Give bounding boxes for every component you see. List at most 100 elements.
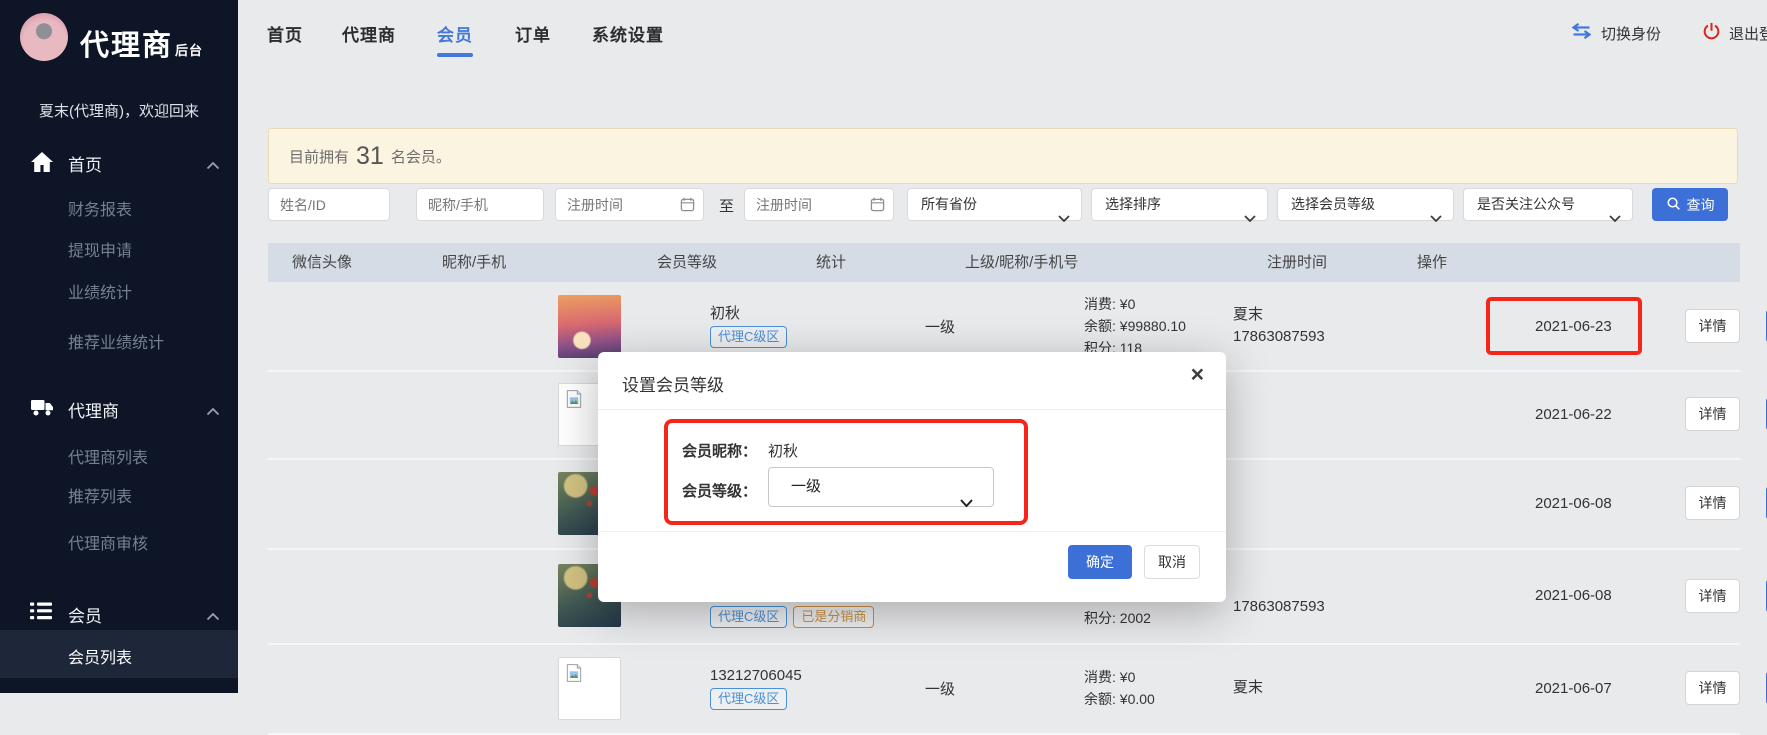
nick-phone-input[interactable] (417, 189, 543, 220)
tab-首页[interactable]: 首页 (267, 21, 303, 46)
register-date-cell: 2021-06-08 (1535, 458, 1612, 548)
stat-line: 消费: ¥0 (1084, 666, 1155, 688)
operations-cell: 详情调整会员等级 (1685, 643, 1767, 733)
tag-已是分销商: 已是分销商 (793, 606, 874, 628)
level-filter-value: 选择会员等级 (1291, 196, 1375, 212)
sidebar-item-推荐业绩统计[interactable]: 推荐业绩统计 (68, 329, 164, 349)
chevron-down-icon (1430, 202, 1442, 233)
province-value: 所有省份 (921, 196, 977, 212)
name-id-input[interactable] (269, 189, 389, 220)
operations-cell: 详情调整会员等级 (1685, 370, 1767, 458)
tag-代理C级区: 代理C级区 (710, 606, 787, 628)
reg-start-input[interactable] (556, 189, 703, 220)
register-date-cell: 2021-06-07 (1535, 643, 1612, 733)
sidebar-item-业绩统计[interactable]: 业绩统计 (68, 279, 132, 299)
avatar-cell (558, 643, 621, 733)
tab-会员[interactable]: 会员 (437, 21, 473, 46)
member-nick-label: 会员昵称： (682, 440, 757, 461)
sidebar-group-代理商[interactable]: 代理商 (0, 396, 238, 420)
member-level-label: 会员等级： (682, 480, 757, 501)
parent-line: 17863087593 (1233, 326, 1325, 348)
switch-identity-label: 切换身份 (1601, 23, 1661, 44)
province-select[interactable]: 所有省份 (907, 188, 1082, 221)
name-id-field (268, 188, 390, 221)
sidebar-item-代理商审核[interactable]: 代理商审核 (68, 530, 148, 550)
sidebar-item-财务报表[interactable]: 财务报表 (68, 196, 132, 216)
search-button[interactable]: 查询 (1652, 188, 1728, 221)
chevron-up-icon (206, 608, 220, 626)
column-header-昵称/手机: 昵称/手机 (442, 243, 506, 282)
sidebar-item-会员列表[interactable]: 会员列表 (68, 644, 132, 664)
logo-main: 代理商 (80, 30, 173, 62)
sort-value: 选择排序 (1105, 196, 1161, 212)
column-header-统计: 统计 (816, 243, 846, 282)
swap-arrows-icon (1570, 23, 1593, 43)
sidebar-item-提现申请[interactable]: 提现申请 (68, 237, 132, 257)
register-date-cell: 2021-06-22 (1535, 370, 1612, 458)
broken-image-icon (564, 670, 584, 687)
tab-代理商[interactable]: 代理商 (342, 21, 396, 46)
column-header-会员等级: 会员等级 (657, 243, 717, 282)
register-date: 2021-06-22 (1535, 406, 1612, 423)
member-tags: 代理C级区 (710, 324, 793, 348)
parent-cell: 夏末 (1233, 643, 1263, 733)
modal-header-divider (598, 409, 1226, 410)
member-nick-value: 初秋 (768, 440, 798, 461)
register-date: 2021-06-23 (1535, 318, 1612, 335)
chevron-down-icon (1058, 202, 1070, 233)
member-level-select[interactable]: 一级 (768, 467, 994, 507)
modal-footer-divider (598, 531, 1226, 532)
logout-label: 退出登录 (1729, 23, 1767, 44)
close-icon[interactable]: × (1191, 363, 1204, 386)
home-icon (30, 151, 54, 178)
chevron-down-icon (1244, 202, 1256, 233)
parent-cell: 17863087593 (1233, 548, 1325, 643)
sidebar-group-label: 首页 (68, 151, 102, 176)
switch-identity-button[interactable]: 切换身份 (1570, 23, 1661, 43)
list-icon (30, 602, 52, 625)
user-avatar (20, 13, 68, 61)
sort-select[interactable]: 选择排序 (1091, 188, 1268, 221)
nick-phone-field (416, 188, 544, 221)
detail-button[interactable]: 详情 (1685, 486, 1740, 520)
confirm-button[interactable]: 确定 (1068, 545, 1132, 579)
follow-official-select[interactable]: 是否关注公众号 (1463, 188, 1633, 221)
register-date: 2021-06-08 (1535, 587, 1612, 604)
member-level-filter-select[interactable]: 选择会员等级 (1277, 188, 1454, 221)
reg-end-input[interactable] (745, 189, 893, 220)
sidebar-item-推荐列表[interactable]: 推荐列表 (68, 483, 132, 503)
operations-cell: 详情调整会员等级 (1685, 548, 1767, 643)
member-level: 一级 (925, 678, 955, 699)
register-date: 2021-06-07 (1535, 680, 1612, 697)
table-header: 微信头像昵称/手机会员等级统计上级/昵称/手机号注册时间操作 (268, 243, 1740, 282)
nick-cell: 13212706045代理C级区 (710, 643, 802, 733)
register-date: 2021-06-08 (1535, 495, 1612, 512)
detail-button[interactable]: 详情 (1685, 309, 1740, 343)
detail-button[interactable]: 详情 (1685, 397, 1740, 431)
member-nickname: 初秋 (710, 304, 793, 324)
search-label: 查询 (1687, 195, 1715, 215)
column-header-注册时间: 注册时间 (1267, 243, 1327, 282)
truck-icon (30, 397, 55, 422)
tag-代理C级区: 代理C级区 (710, 326, 787, 348)
sidebar-group-首页[interactable]: 首页 (0, 150, 238, 174)
parent-line (1233, 574, 1325, 596)
level-cell: 一级 (925, 643, 955, 733)
parent-line: 夏末 (1233, 304, 1325, 326)
modal-title: 设置会员等级 (622, 371, 724, 396)
sidebar-item-代理商列表[interactable]: 代理商列表 (68, 444, 148, 464)
detail-button[interactable]: 详情 (1685, 671, 1740, 705)
table-row: 13212706045代理C级区 一级 消费: ¥0余额: ¥0.00 夏末 2021-… (268, 643, 1740, 735)
reg-end-field (744, 188, 894, 221)
column-header-操作: 操作 (1417, 243, 1447, 282)
member-count-alert: 目前拥有31名会员。 (268, 128, 1738, 184)
search-icon (1666, 196, 1681, 214)
detail-button[interactable]: 详情 (1685, 579, 1740, 613)
stat-line: 余额: ¥0.00 (1084, 688, 1155, 710)
sidebar-group-会员[interactable]: 会员 (0, 601, 238, 625)
tab-订单[interactable]: 订单 (515, 21, 551, 46)
sidebar-group-label: 代理商 (68, 397, 119, 422)
tab-系统设置[interactable]: 系统设置 (592, 21, 664, 46)
cancel-button[interactable]: 取消 (1144, 545, 1200, 579)
logout-button[interactable]: 退出登录 (1702, 23, 1767, 43)
